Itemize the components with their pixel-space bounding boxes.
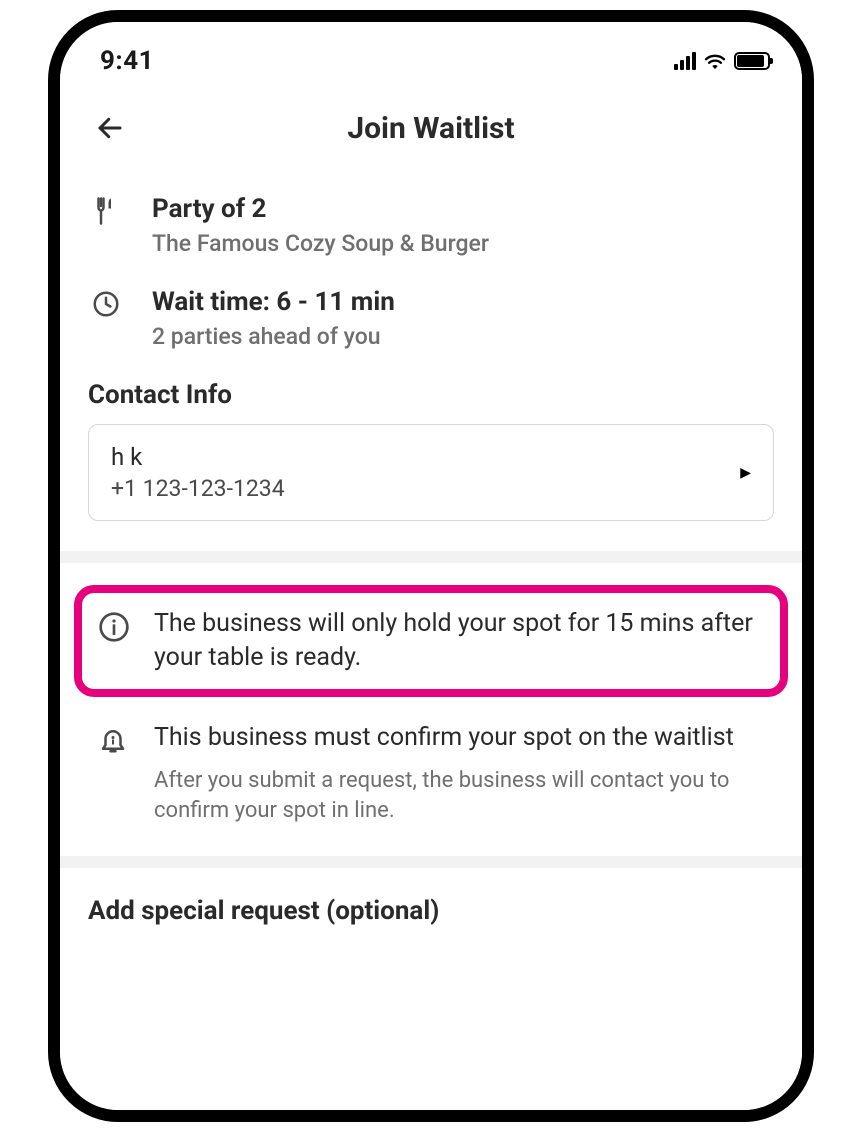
confirmation-subtext: After you submit a request, the business… [154, 766, 774, 825]
page-header: Join Waitlist [60, 90, 802, 166]
wifi-icon [704, 52, 726, 70]
arrow-left-icon [95, 113, 125, 143]
status-bar: 9:41 [60, 22, 802, 90]
details-section: Party of 2 The Famous Cozy Soup & Burger… [60, 166, 802, 527]
confirmation-title: This business must confirm your spot on … [154, 721, 774, 755]
clock-icon [88, 287, 124, 319]
contact-info-heading: Contact Info [88, 380, 774, 410]
screen: 9:41 Join Waitlist [60, 22, 802, 1110]
device-frame: 9:41 Join Waitlist [48, 10, 814, 1122]
info-icon [98, 607, 130, 647]
hold-spot-callout: The business will only hold your spot fo… [74, 585, 788, 697]
bell-icon [98, 721, 128, 759]
contact-phone: +1 123-123-1234 [111, 475, 285, 502]
back-button[interactable] [88, 106, 132, 150]
party-size: Party of 2 [152, 194, 774, 224]
contact-card[interactable]: h k +1 123-123-1234 ▶ [88, 424, 774, 521]
status-time: 9:41 [100, 46, 154, 76]
section-divider [60, 856, 802, 868]
chevron-right-icon: ▶ [740, 465, 751, 481]
wait-time: Wait time: 6 - 11 min [152, 287, 774, 317]
contact-name: h k [111, 443, 285, 471]
restaurant-name: The Famous Cozy Soup & Burger [152, 230, 774, 257]
battery-icon [734, 52, 770, 70]
wait-time-row: Wait time: 6 - 11 min 2 parties ahead of… [88, 287, 774, 350]
parties-ahead: 2 parties ahead of you [152, 323, 774, 350]
confirmation-notice: This business must confirm your spot on … [60, 715, 802, 826]
cellular-icon [674, 52, 696, 70]
party-row: Party of 2 The Famous Cozy Soup & Burger [88, 194, 774, 257]
section-divider [60, 551, 802, 563]
utensils-icon [88, 194, 124, 226]
status-icons [674, 52, 770, 70]
page-title: Join Waitlist [347, 111, 514, 146]
special-request-heading: Add special request (optional) [60, 868, 802, 926]
hold-spot-message: The business will only hold your spot fo… [154, 607, 764, 675]
